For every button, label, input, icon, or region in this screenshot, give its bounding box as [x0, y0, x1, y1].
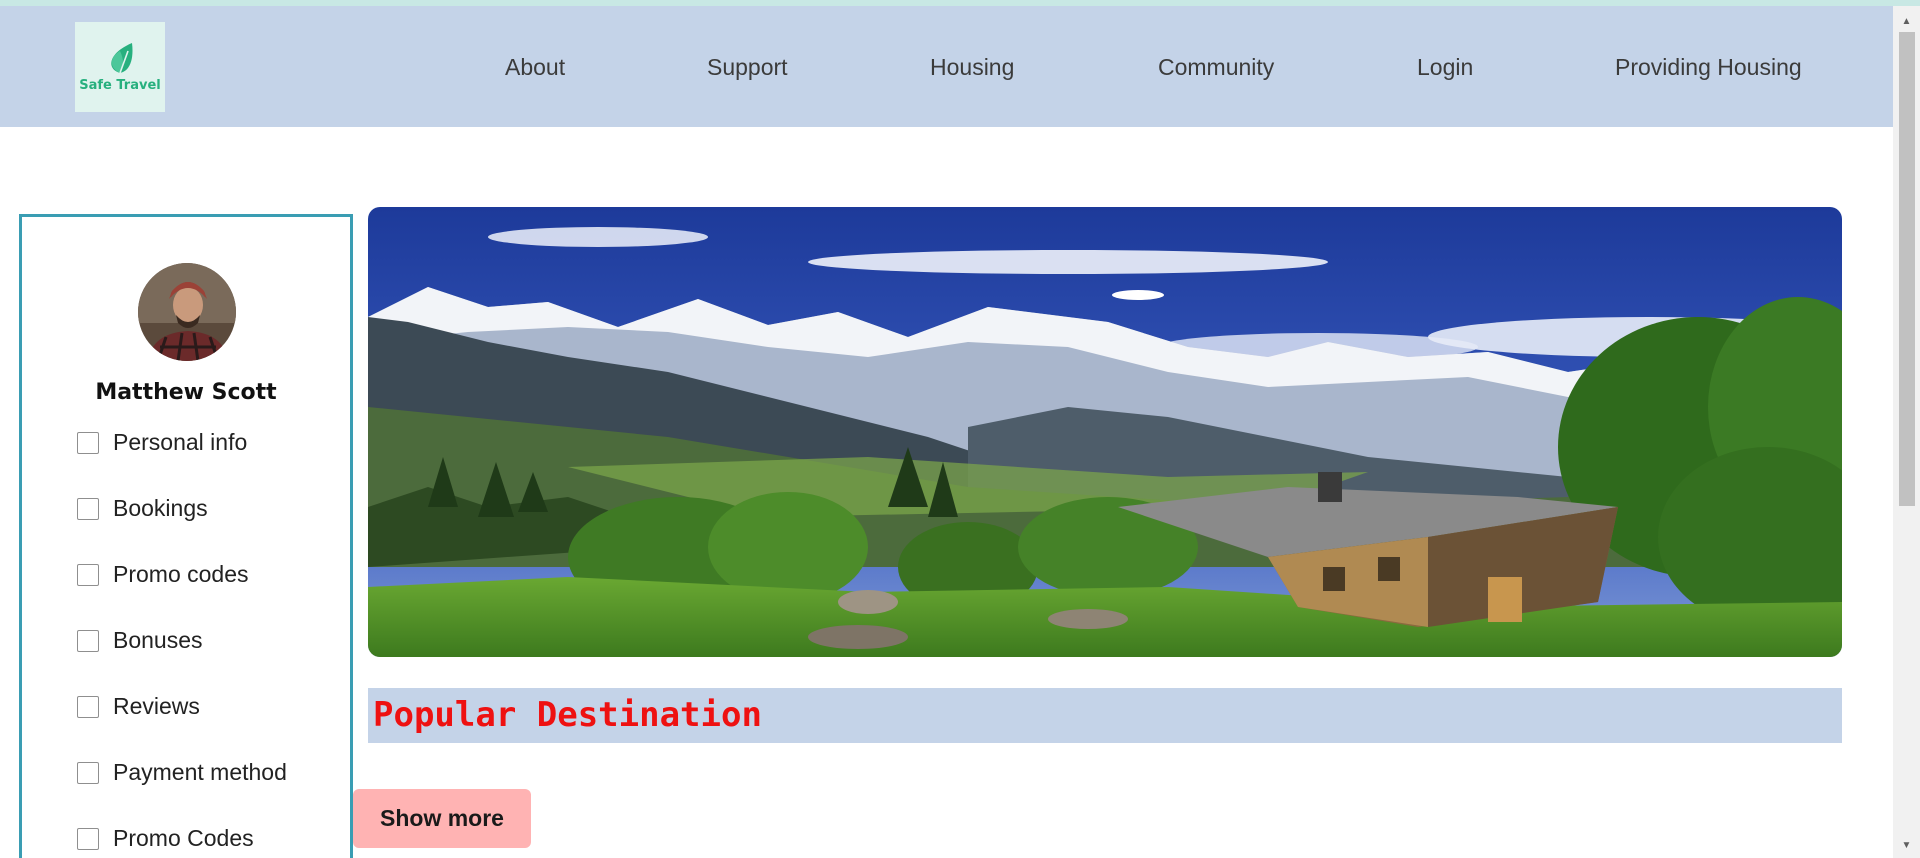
menu-label: Promo codes: [113, 561, 249, 587]
site-header: Safe Travel About Support Housing Commun…: [0, 6, 1893, 127]
checkbox[interactable]: [77, 761, 99, 784]
section-header: Popular Destination: [368, 688, 1842, 743]
menu-bookings[interactable]: Bookings: [77, 495, 208, 522]
checkbox[interactable]: [77, 431, 99, 454]
hero-image: [368, 207, 1842, 657]
triangle-up-icon[interactable]: ▲: [1893, 14, 1920, 30]
scrollbar[interactable]: ▲ ▼: [1893, 6, 1920, 858]
nav-about[interactable]: About: [505, 54, 565, 81]
profile-sidebar: Matthew Scott Personal info Bookings Pro…: [19, 214, 353, 858]
nav-community[interactable]: Community: [1158, 54, 1274, 81]
checkbox[interactable]: [77, 827, 99, 850]
menu-payment-method[interactable]: Payment method: [77, 759, 287, 786]
nav-housing[interactable]: Housing: [930, 54, 1014, 81]
menu-label: Promo Codes: [113, 825, 254, 851]
menu-promo-codes[interactable]: Promo codes: [77, 561, 249, 588]
menu-personal-info[interactable]: Personal info: [77, 429, 247, 456]
checkbox[interactable]: [77, 695, 99, 718]
avatar: [138, 263, 236, 361]
triangle-down-icon[interactable]: ▼: [1893, 838, 1920, 854]
menu-reviews[interactable]: Reviews: [77, 693, 200, 720]
show-more-button[interactable]: Show more: [353, 789, 531, 848]
section-title: Popular Destination: [373, 695, 762, 735]
scrollbar-thumb[interactable]: [1899, 32, 1915, 506]
brand-logo[interactable]: Safe Travel: [75, 22, 165, 112]
nav-login[interactable]: Login: [1417, 54, 1473, 81]
menu-label: Bonuses: [113, 627, 203, 653]
menu-bonuses[interactable]: Bonuses: [77, 627, 203, 654]
menu-label: Payment method: [113, 759, 287, 785]
leaf-icon: [111, 43, 133, 74]
menu-label: Personal info: [113, 429, 248, 455]
menu-label: Bookings: [113, 495, 208, 521]
checkbox[interactable]: [77, 629, 99, 652]
brand-name: Safe Travel: [79, 78, 161, 93]
nav-providing-housing[interactable]: Providing Housing: [1615, 54, 1802, 81]
checkbox[interactable]: [77, 497, 99, 520]
user-name: Matthew Scott: [95, 380, 277, 405]
menu-label: Reviews: [113, 693, 200, 719]
nav-support[interactable]: Support: [707, 54, 788, 81]
menu-promo-codes-2[interactable]: Promo Codes: [77, 825, 254, 852]
checkbox[interactable]: [77, 563, 99, 586]
